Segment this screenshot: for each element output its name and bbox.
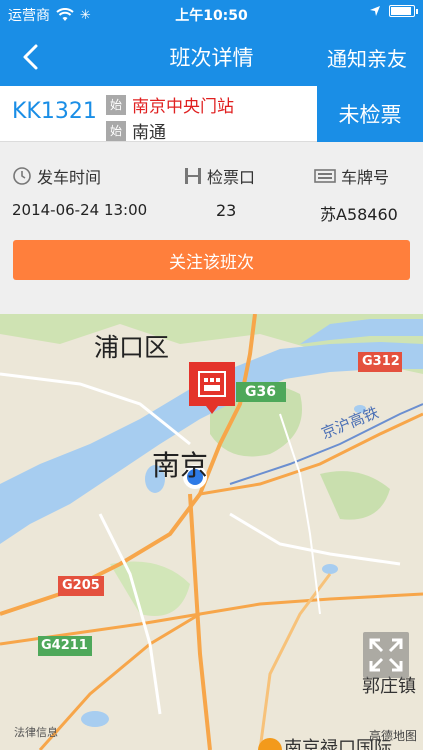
road-shield-g36: G36	[245, 384, 276, 400]
nav-bar: 班次详情 通知亲友	[0, 28, 423, 86]
road-shield-g312: G312	[362, 354, 400, 369]
gate-label: 检票口	[207, 168, 256, 187]
road-shield-g4211: G4211	[41, 638, 88, 653]
plate-value: 苏A58460	[320, 205, 398, 224]
status-bar: 运营商 ✳ 上午10:50	[0, 0, 423, 28]
arrival-station-row: 始 南通	[106, 118, 166, 143]
gate-block: 检票口 23	[184, 164, 255, 220]
plate-block: 车牌号 苏A58460	[314, 164, 398, 225]
plate-label: 车牌号	[341, 168, 390, 187]
departure-time-block: 发车时间 2014-06-24 13:00	[12, 164, 147, 219]
fullscreen-button[interactable]	[363, 632, 409, 678]
status-time: 上午10:50	[175, 8, 248, 24]
route-card: KK1321 始 南京中央门站 始 南通 未检票	[0, 86, 423, 143]
trip-info: 发车时间 2014-06-24 13:00 检票口 23 车牌号 苏A58460…	[0, 142, 423, 314]
check-status-badge: 未检票	[317, 86, 423, 142]
battery-icon	[389, 5, 418, 17]
map-label-pukou: 浦口区	[94, 333, 170, 362]
start-tag: 始	[106, 94, 126, 115]
map-label-nanjing: 南京	[152, 449, 209, 482]
gate-value: 23	[216, 201, 237, 220]
departure-time-label: 发车时间	[37, 168, 102, 187]
expand-icon	[369, 638, 403, 672]
map-view[interactable]: 浦口区 南京 G312 G36 G205 G4211 京沪高铁 郭庄镇 南京禄口…	[0, 314, 423, 750]
legal-info-link[interactable]: 法律信息	[14, 724, 58, 740]
arrival-station: 南通	[132, 123, 166, 143]
map-brand: 高德地图	[368, 729, 417, 743]
departure-station: 南京中央门站	[132, 97, 234, 117]
departure-time-value: 2014-06-24 13:00	[12, 201, 148, 219]
road-shield-g205: G205	[62, 578, 100, 593]
status-right	[369, 5, 418, 17]
follow-trip-button[interactable]: 关注该班次	[13, 240, 410, 280]
clock-icon	[13, 167, 31, 185]
notify-friends-button[interactable]: 通知亲友	[327, 43, 407, 72]
departure-station-row: 始 南京中央门站	[106, 92, 234, 117]
train-number: KK1321	[12, 99, 97, 124]
location-arrow-icon	[370, 6, 380, 16]
gate-icon	[185, 168, 201, 184]
end-tag: 始	[106, 120, 126, 141]
plate-icon	[314, 169, 336, 183]
map-canvas	[0, 314, 423, 750]
